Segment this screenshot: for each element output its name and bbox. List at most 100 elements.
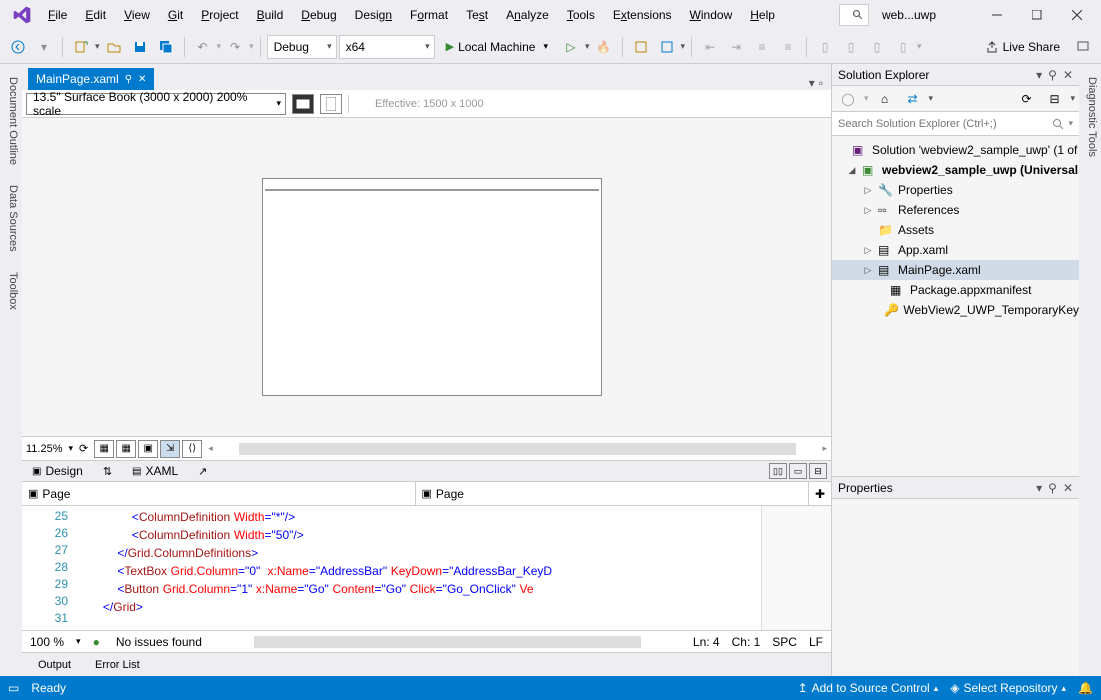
refresh-icon[interactable]: ⟳	[79, 442, 88, 455]
snap-button-2[interactable]: ⇲	[160, 440, 180, 458]
indent-indicator[interactable]: SPC	[772, 635, 797, 649]
add-source-control-button[interactable]: ↥Add to Source Control▴	[798, 681, 939, 695]
editor-scrollbar[interactable]	[254, 636, 641, 648]
tab-window-icon[interactable]: ▫	[819, 76, 823, 90]
diagnostic-tools-tab[interactable]: Diagnostic Tools	[1079, 68, 1101, 166]
minimize-button[interactable]	[977, 1, 1017, 29]
menu-project[interactable]: Project	[193, 4, 246, 26]
split-vertical-button[interactable]: ▯▯	[769, 463, 787, 479]
project-name-display[interactable]: web...uwp	[873, 5, 967, 25]
menu-build[interactable]: Build	[249, 4, 292, 26]
menu-format[interactable]: Format	[402, 4, 456, 26]
design-canvas[interactable]	[262, 178, 602, 396]
swap-pane-button[interactable]: ⇅	[93, 463, 122, 480]
tree-properties[interactable]: ▷🔧Properties	[832, 180, 1079, 200]
tree-package[interactable]: ▦Package.appxmanifest	[832, 280, 1079, 300]
feedback-button[interactable]	[1071, 35, 1095, 59]
menu-extensions[interactable]: Extensions	[605, 4, 680, 26]
configuration-combo[interactable]: Debug	[267, 35, 337, 59]
grid-button-1[interactable]: ▦	[94, 440, 114, 458]
snap-button[interactable]: ▣	[138, 440, 158, 458]
sol-sync-button[interactable]: ⇄	[901, 87, 925, 111]
quick-launch-search[interactable]	[839, 4, 869, 26]
panel-menu-icon[interactable]: ▾	[1036, 68, 1042, 82]
grid-button-2[interactable]: ▦	[116, 440, 136, 458]
xaml-nav-left[interactable]: ▣ Page	[22, 482, 416, 505]
data-sources-tab[interactable]: Data Sources	[0, 176, 22, 261]
redo-button[interactable]: ↷	[223, 35, 247, 59]
live-share-button[interactable]: Live Share	[976, 35, 1069, 59]
char-indicator[interactable]: Ch: 1	[732, 635, 761, 649]
zoom-value[interactable]: 11.25%	[26, 443, 63, 455]
menu-design[interactable]: Design	[347, 4, 400, 26]
solution-search[interactable]: ▾	[832, 112, 1079, 136]
menu-test[interactable]: Test	[458, 4, 496, 26]
landscape-button[interactable]	[292, 94, 314, 114]
forward-button[interactable]: ▾	[32, 35, 56, 59]
hot-reload-button[interactable]: 🔥	[592, 35, 616, 59]
menu-edit[interactable]: Edit	[77, 4, 114, 26]
maximize-button[interactable]	[1017, 1, 1057, 29]
document-outline-tab[interactable]: Document Outline	[0, 68, 22, 174]
solution-tree[interactable]: ▣Solution 'webview2_sample_uwp' (1 of ◢▣…	[832, 136, 1079, 476]
sol-collapse-button[interactable]: ⊟	[1042, 87, 1066, 111]
menu-help[interactable]: Help	[742, 4, 783, 26]
menu-tools[interactable]: Tools	[559, 4, 603, 26]
design-tab[interactable]: ▣Design	[22, 462, 93, 480]
eol-indicator[interactable]: LF	[809, 635, 823, 649]
back-button[interactable]	[6, 35, 30, 59]
new-item-button[interactable]	[69, 35, 93, 59]
close-panel-icon[interactable]: ✕	[1063, 481, 1073, 495]
issues-label[interactable]: No issues found	[116, 635, 202, 649]
xaml-tab[interactable]: ▤XAML	[122, 462, 188, 480]
panel-menu-icon[interactable]: ▾	[1036, 481, 1042, 495]
save-all-button[interactable]	[154, 35, 178, 59]
collapse-pane-button[interactable]: ⊟	[809, 463, 827, 479]
portrait-button[interactable]	[320, 94, 342, 114]
output-tab[interactable]: Output	[28, 657, 81, 673]
line-indicator[interactable]: Ln: 4	[693, 635, 720, 649]
menu-analyze[interactable]: Analyze	[498, 4, 557, 26]
tree-project[interactable]: ◢▣webview2_sample_uwp (Universal	[832, 160, 1079, 180]
close-tab-icon[interactable]: ✕	[138, 74, 146, 85]
start-without-debugging-button[interactable]: ▷	[559, 35, 583, 59]
error-list-tab[interactable]: Error List	[85, 657, 150, 673]
toolbar-btn-b[interactable]	[655, 35, 679, 59]
open-button[interactable]	[102, 35, 126, 59]
menu-file[interactable]: File	[40, 4, 75, 26]
sol-refresh-button[interactable]: ⟳	[1014, 87, 1038, 111]
toolbox-tab[interactable]: Toolbox	[0, 263, 22, 319]
tab-overflow-icon[interactable]: ▾	[809, 76, 815, 90]
tree-tempkey[interactable]: 🔑WebView2_UWP_TemporaryKey	[832, 300, 1079, 320]
tree-references[interactable]: ▷▫▫References	[832, 200, 1079, 220]
start-debugging-button[interactable]: ▶Local Machine ▾	[437, 35, 557, 59]
tree-mainpage[interactable]: ▷▤MainPage.xaml	[832, 260, 1079, 280]
status-rect-icon[interactable]: ▭	[8, 681, 19, 695]
tree-appxaml[interactable]: ▷▤App.xaml	[832, 240, 1079, 260]
split-horizontal-button[interactable]: ▭	[789, 463, 807, 479]
properties-header[interactable]: Properties ▾⚲✕	[832, 477, 1079, 499]
tree-assets[interactable]: 📁Assets	[832, 220, 1079, 240]
xaml-nav-right[interactable]: ▣ Page	[416, 482, 810, 505]
close-button[interactable]	[1057, 1, 1097, 29]
document-tab-active[interactable]: MainPage.xaml ⚲ ✕	[28, 68, 154, 90]
pin-panel-icon[interactable]: ⚲	[1048, 481, 1057, 495]
popout-button[interactable]: ↗	[188, 463, 217, 480]
pin-icon[interactable]: ⚲	[125, 74, 132, 85]
undo-button[interactable]: ↶	[191, 35, 215, 59]
pin-panel-icon[interactable]: ⚲	[1048, 68, 1057, 82]
close-panel-icon[interactable]: ✕	[1063, 68, 1073, 82]
notifications-icon[interactable]: 🔔	[1078, 681, 1093, 695]
sol-back-button[interactable]: ◯	[836, 87, 860, 111]
save-button[interactable]	[128, 35, 152, 59]
menu-git[interactable]: Git	[160, 4, 191, 26]
toolbar-btn-a[interactable]	[629, 35, 653, 59]
solution-explorer-header[interactable]: Solution Explorer ▾⚲✕	[832, 64, 1079, 86]
menu-debug[interactable]: Debug	[293, 4, 344, 26]
select-repository-button[interactable]: ◈Select Repository▴	[950, 681, 1066, 695]
menu-window[interactable]: Window	[682, 4, 741, 26]
editor-zoom[interactable]: 100 %	[30, 635, 64, 649]
sol-home-button[interactable]: ⌂	[873, 87, 897, 111]
device-combo[interactable]: 13.5" Surface Book (3000 x 2000) 200% sc…	[26, 93, 286, 115]
tree-solution-root[interactable]: ▣Solution 'webview2_sample_uwp' (1 of	[832, 140, 1079, 160]
